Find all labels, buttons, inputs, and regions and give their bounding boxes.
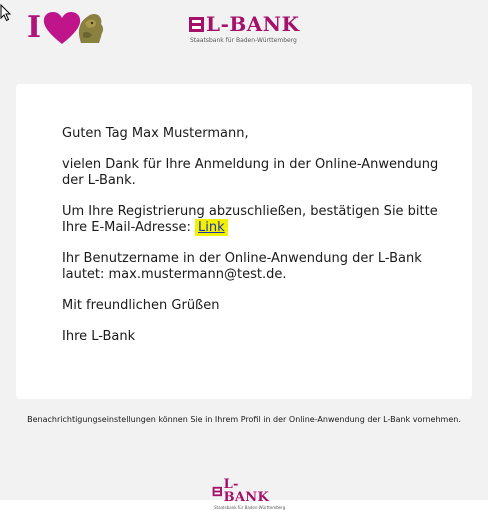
- closing-text: Mit freundlichen Grüßen: [62, 298, 220, 313]
- footer-brand-name: L-BANK: [223, 477, 270, 505]
- confirm-email-link[interactable]: Link: [195, 219, 228, 236]
- greeting-text: Guten Tag Max Mustermann,: [62, 126, 249, 141]
- confirm-text: Um Ihre Registrierung abzuschließen, bes…: [62, 204, 438, 235]
- lion-icon: [78, 13, 104, 43]
- l-bank-logo-bottom: L-BANK Staatsbank für Baden-Württemberg: [212, 477, 286, 510]
- email-card: Guten Tag Max Mustermann, vielen Dank fü…: [16, 84, 472, 399]
- thanks-text: vielen Dank für Ihre Anmeldung in der On…: [62, 157, 439, 188]
- mouse-cursor-icon: [0, 4, 12, 22]
- email-page: I L-BANK Staatsbank für Baden-Württember…: [0, 0, 488, 510]
- username-text: Ihr Benutzername in der Online-Anwendung…: [62, 251, 422, 282]
- brand-name: L-BANK: [206, 12, 300, 36]
- right-edge-strip: [488, 0, 500, 500]
- email-body: Guten Tag Max Mustermann, vielen Dank fü…: [62, 126, 452, 360]
- notification-settings-note: Benachrichtigungseinstellungen können Si…: [27, 415, 461, 424]
- l-bank-mark-icon: [212, 486, 222, 496]
- brand-tagline: Staatsbank für Baden-Württemberg: [190, 37, 297, 44]
- i-letter: I: [27, 10, 42, 45]
- footer-brand-tagline: Staatsbank für Baden-Württemberg: [214, 505, 286, 510]
- l-bank-logo-top: L-BANK Staatsbank für Baden-Württemberg: [188, 14, 303, 44]
- signature-text: Ihre L-Bank: [62, 329, 136, 344]
- confirm-paragraph: Um Ihre Registrierung abzuschließen, bes…: [62, 204, 452, 236]
- l-bank-mark-icon: [189, 16, 204, 32]
- i-love-logo: I: [27, 8, 105, 48]
